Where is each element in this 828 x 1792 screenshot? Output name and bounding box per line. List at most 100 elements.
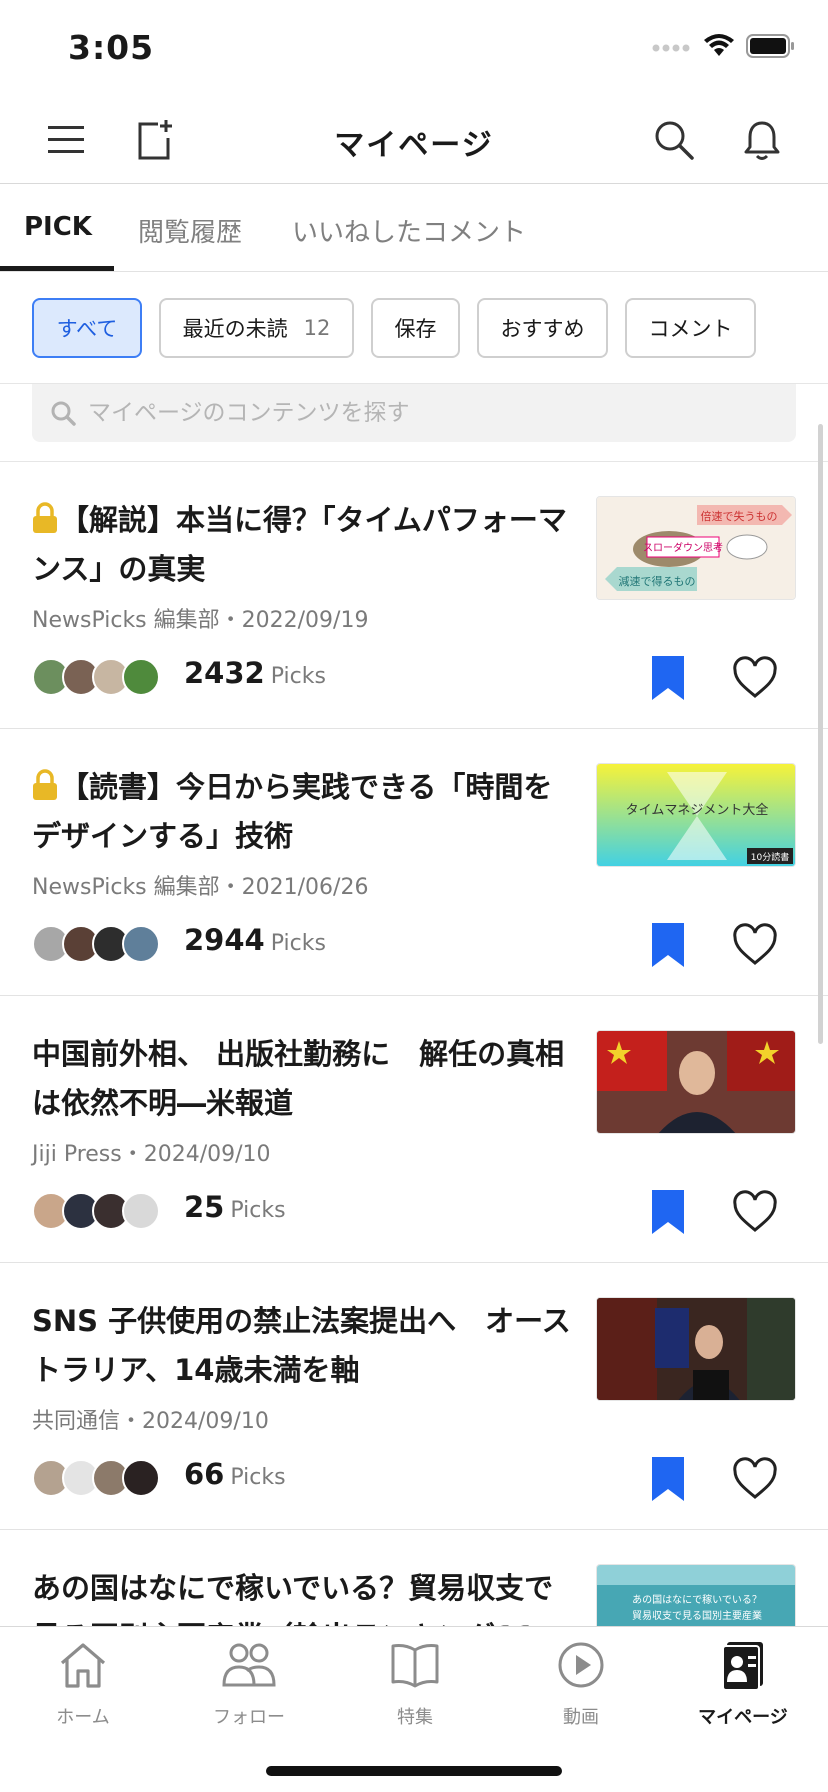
tabbar-label: ホーム <box>56 1707 110 1728</box>
tabbar-label: マイページ <box>698 1707 788 1728</box>
article-date: 2022/09/19 <box>241 608 369 633</box>
pick-number: 66 <box>184 1457 225 1491</box>
article-thumbnail[interactable]: 倍速で失うもの スローダウン思考 減速で得るもの <box>596 496 796 600</box>
tabbar-home[interactable]: ホーム <box>0 1635 166 1729</box>
article-title[interactable]: 【解説】本当に得？｢タイムパフォーマンス」の真実 <box>32 496 572 594</box>
article-thumbnail[interactable]: あの国はなにで稼いでいる？ 貿易収支で見る国別主要産業 <box>596 1564 796 1626</box>
pick-number: 2944 <box>184 923 265 957</box>
chip-recommended[interactable]: おすすめ <box>477 298 608 358</box>
avatar <box>122 658 160 696</box>
scroll-indicator[interactable] <box>818 424 823 1044</box>
tabbar-mypage[interactable]: マイページ <box>660 1635 826 1729</box>
thumb-caption: 減速で得るもの <box>619 574 696 588</box>
chip-all[interactable]: すべて <box>32 298 142 358</box>
tab-pick[interactable]: PICK <box>24 212 92 242</box>
article-meta: NewsPicks 編集部・2021/06/26 <box>32 869 368 901</box>
thumb-caption: 倍速で失うもの <box>701 509 778 523</box>
tabbar-video[interactable]: 動画 <box>498 1635 664 1729</box>
article-title[interactable]: 【読書】今日から実践できる「時間をデザインする」技術 <box>32 763 572 861</box>
avatar <box>122 1192 160 1230</box>
chip-label: おすすめ <box>500 317 585 341</box>
picker-avatars[interactable] <box>32 925 160 963</box>
article-card[interactable]: 中国前外相、 出版社勤務に 解任の真相は依然不明―米報道 Jiji Press・… <box>0 996 828 1263</box>
article-thumbnail[interactable]: タイムマネジメント大全 10分読書 <box>596 763 796 867</box>
thumb-caption: スローダウン思考 <box>643 541 723 554</box>
article-date: 2024/09/10 <box>143 1142 271 1167</box>
segment-tabs: PICK 閲覧履歴 いいねしたコメント <box>0 184 828 272</box>
chip-saved[interactable]: 保存 <box>371 298 460 358</box>
tabbar-label: フォロー <box>213 1707 285 1728</box>
lock-icon <box>33 502 57 533</box>
heart-icon[interactable] <box>732 923 778 967</box>
meta-separator: ・ <box>219 608 242 633</box>
article-card[interactable]: SNS 子供使用の禁止法案提出へ オーストラリア、14歳未満を軸 共同通信・20… <box>0 1263 828 1530</box>
tabbar-label: 特集 <box>397 1707 433 1728</box>
chip-label: すべて <box>56 317 118 341</box>
picker-avatars[interactable] <box>32 658 160 696</box>
bell-icon <box>744 121 780 160</box>
search-button[interactable] <box>648 114 700 166</box>
thumbnail-image <box>597 1298 795 1400</box>
picker-avatars[interactable] <box>32 1459 160 1497</box>
article-meta: NewsPicks 編集部・2022/09/19 <box>32 602 368 634</box>
tab-history[interactable]: 閲覧履歴 <box>138 212 242 249</box>
article-title[interactable]: SNS 子供使用の禁止法案提出へ オーストラリア、14歳未満を軸 <box>32 1297 572 1395</box>
heart-icon[interactable] <box>732 1457 778 1501</box>
notification-button[interactable] <box>736 114 788 166</box>
content-search <box>0 384 828 462</box>
pick-number: 25 <box>184 1190 225 1224</box>
bookmark-icon[interactable] <box>650 1190 686 1234</box>
article-title[interactable]: 中国前外相、 出版社勤務に 解任の真相は依然不明―米報道 <box>32 1030 572 1128</box>
article-card[interactable]: あの国はなにで稼いでいる？貿易収支で見る国別主要産業（輸出ランキング11 あの国… <box>0 1530 828 1626</box>
profile-card-icon <box>722 1642 763 1690</box>
article-card[interactable]: 【読書】今日から実践できる「時間をデザインする」技術 NewsPicks 編集部… <box>0 729 828 996</box>
article-feed: 【解説】本当に得？｢タイムパフォーマンス」の真実 NewsPicks 編集部・2… <box>0 462 828 1626</box>
search-input[interactable] <box>88 400 748 426</box>
heart-icon[interactable] <box>732 1190 778 1234</box>
meta-separator: ・ <box>121 1142 144 1167</box>
article-date: 2024/09/10 <box>142 1409 269 1434</box>
bookmark-icon[interactable] <box>650 656 686 700</box>
article-title[interactable]: あの国はなにで稼いでいる？貿易収支で見る国別主要産業（輸出ランキング11 <box>32 1564 572 1626</box>
thumbnail-image: タイムマネジメント大全 10分読書 <box>597 764 795 866</box>
chip-unread[interactable]: 最近の未読 12 <box>159 298 354 358</box>
bookmark-icon[interactable] <box>650 1457 686 1501</box>
tabbar-features[interactable]: 特集 <box>332 1635 498 1729</box>
search-box[interactable] <box>32 384 796 442</box>
chip-label: 保存 <box>394 317 437 341</box>
heart-icon[interactable] <box>732 656 778 700</box>
article-source: NewsPicks 編集部 <box>32 608 220 633</box>
tabbar-follow[interactable]: フォロー <box>166 1635 332 1729</box>
article-date: 2021/06/26 <box>241 875 369 900</box>
article-thumbnail[interactable] <box>596 1297 796 1401</box>
chip-comments[interactable]: コメント <box>625 298 756 358</box>
home-indicator <box>266 1766 562 1776</box>
pick-count[interactable]: 2944 Picks <box>184 923 326 957</box>
pick-count[interactable]: 25 Picks <box>184 1190 286 1224</box>
signal-icon <box>652 44 690 52</box>
article-title-text: 中国前外相、 出版社勤務に 解任の真相は依然不明―米報道 <box>32 1037 565 1120</box>
pick-count[interactable]: 66 Picks <box>184 1457 286 1491</box>
picker-avatars[interactable] <box>32 1192 160 1230</box>
article-source: 共同通信 <box>32 1409 121 1434</box>
article-source: NewsPicks 編集部 <box>32 875 220 900</box>
pick-count[interactable]: 2432 Picks <box>184 656 326 690</box>
search-icon <box>51 401 76 426</box>
article-thumbnail[interactable] <box>596 1030 796 1134</box>
home-icon <box>60 1643 106 1688</box>
chip-label: コメント <box>648 317 733 341</box>
avatar <box>122 1459 160 1497</box>
unread-count: 12 <box>303 316 331 340</box>
tab-liked-comments[interactable]: いいねしたコメント <box>292 212 526 249</box>
article-card[interactable]: 【解説】本当に得？｢タイムパフォーマンス」の真実 NewsPicks 編集部・2… <box>0 462 828 729</box>
people-icon <box>222 1643 276 1687</box>
thumbnail-image: あの国はなにで稼いでいる？ 貿易収支で見る国別主要産業 <box>597 1565 795 1626</box>
bookmark-icon[interactable] <box>650 923 686 967</box>
article-meta: 共同通信・2024/09/10 <box>32 1403 269 1435</box>
thumb-badge: 10分読書 <box>751 851 789 863</box>
chip-label: 最近の未読 <box>182 317 288 341</box>
article-meta: Jiji Press・2024/09/10 <box>32 1136 271 1168</box>
meta-separator: ・ <box>219 875 242 900</box>
battery-icon <box>746 34 794 58</box>
article-source: Jiji Press <box>32 1142 122 1167</box>
